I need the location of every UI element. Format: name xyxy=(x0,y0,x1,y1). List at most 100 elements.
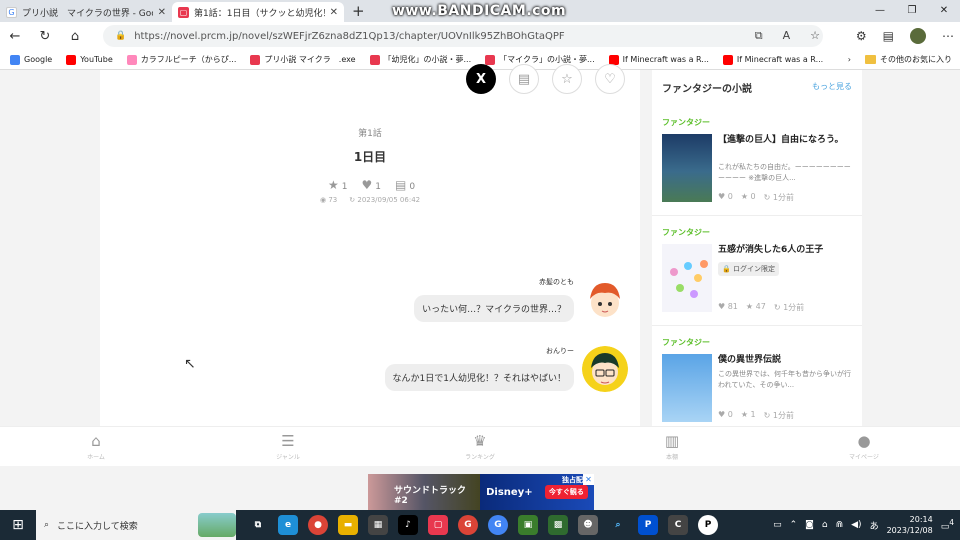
taskbar-clock[interactable]: 20:14 2023/12/08 xyxy=(887,514,933,536)
novel-card[interactable]: ファンタジー 僕の異世界伝説 この異世界では、何千年も昔から争いが行われていた、… xyxy=(652,326,862,426)
camera-icon[interactable]: ◙ xyxy=(805,520,814,530)
edge-icon[interactable]: e xyxy=(278,515,298,535)
tab-title: プリ小説 マイクラの世界 - Google xyxy=(22,8,153,19)
profile-avatar[interactable] xyxy=(910,28,926,44)
taskbar-search[interactable]: ⌕ ここに入力して検索 xyxy=(36,510,236,540)
file-explorer-icon[interactable]: ▬ xyxy=(338,515,358,535)
playstation-icon[interactable]: P xyxy=(638,515,658,535)
game-icon[interactable]: ☻ xyxy=(578,515,598,535)
magnifier-app-icon[interactable]: ⌕ xyxy=(608,515,628,535)
novel-title: 【進撃の巨人】自由になろう。 xyxy=(718,135,844,145)
minecraft-icon[interactable]: ▩ xyxy=(548,515,568,535)
wifi-icon[interactable]: ⋒ xyxy=(836,520,844,530)
close-icon[interactable]: ✕ xyxy=(330,7,338,18)
published-date: ↻ 2023/09/05 06:42 xyxy=(349,196,421,204)
battery-icon[interactable]: ▭ xyxy=(773,520,782,530)
heart-icon: ♥ xyxy=(718,410,728,419)
lock-icon: 🔒 xyxy=(722,265,733,273)
novel-stats: ♥ 81 ★ 47 ↻ 1分前 xyxy=(718,302,805,312)
google-app-icon[interactable]: G xyxy=(458,515,478,535)
bookmark-google[interactable]: Google xyxy=(10,54,52,65)
minimize-button[interactable]: — xyxy=(864,0,896,22)
chevron-right-icon: › xyxy=(847,55,851,64)
prcm-app-icon[interactable]: ▢ xyxy=(428,515,448,535)
search-icon: ⌕ xyxy=(44,520,50,530)
novel-stats: ♥ 0 ★ 1 ↻ 1分前 xyxy=(718,410,794,420)
bookmark-youtube[interactable]: YouTube xyxy=(66,54,113,65)
tiktok-icon[interactable]: ♪ xyxy=(398,515,418,535)
network-icon[interactable]: ⌂ xyxy=(822,520,828,530)
new-tab-button[interactable]: + xyxy=(344,2,373,22)
tab-google-search[interactable]: G プリ小説 マイクラの世界 - Google ✕ xyxy=(0,2,172,22)
novel-title: 僕の異世界伝説 xyxy=(718,355,782,365)
clock-icon: ↻ xyxy=(773,303,784,312)
favorite-star-icon[interactable]: ☆ xyxy=(810,29,820,43)
ad-close-icon[interactable]: ✕ xyxy=(583,474,594,485)
more-menu-icon[interactable]: ⋯ xyxy=(942,29,954,43)
chrome-icon[interactable]: ● xyxy=(308,515,328,535)
google-app-icon[interactable]: G xyxy=(488,515,508,535)
notification-icon[interactable]: ▭4 xyxy=(941,518,954,532)
star-icon: ★ xyxy=(740,192,751,201)
ad-left-text: サウンドトラック #2 xyxy=(368,474,480,510)
tab-chapter[interactable]: ▢ 第1話：1日目（サクッと幼児化！- ✕ xyxy=(172,2,344,22)
home-icon[interactable]: ⌂ xyxy=(60,29,90,44)
bookmark-prcm-childification[interactable]: 「幼児化」の小説・夢... xyxy=(369,54,471,65)
collections-icon[interactable]: ▤ xyxy=(883,29,894,43)
bookshelf-icon: ▥ xyxy=(664,432,680,450)
login-only-badge: 🔒 ログイン限定 xyxy=(718,262,779,276)
nav-genre[interactable]: ☰ ジャンル xyxy=(248,427,328,466)
open-in-app-icon[interactable]: ⧉ xyxy=(755,29,763,43)
star-icon: ★ xyxy=(745,302,756,311)
nav-home[interactable]: ⌂ ホーム xyxy=(56,427,136,466)
prcm-icon xyxy=(250,54,261,65)
lock-icon: 🔒 xyxy=(115,31,127,41)
nav-ranking[interactable]: ♛ ランキング xyxy=(440,427,520,466)
extensions-icon[interactable]: ⚙ xyxy=(856,29,867,43)
task-view-icon[interactable]: ⧉ xyxy=(248,515,268,535)
nav-mypage[interactable]: ● マイページ xyxy=(824,427,904,466)
comment-icon[interactable]: ▤ xyxy=(509,64,539,94)
volume-icon[interactable]: ◀) xyxy=(851,520,861,530)
star-icon[interactable]: ☆ xyxy=(552,64,582,94)
prcm-icon xyxy=(485,54,496,65)
chat-message: おんりー なんか1日で1人幼児化！？それはやばい！ xyxy=(384,346,628,392)
back-arrow-icon[interactable]: ← xyxy=(0,29,30,44)
heart-icon: ♥ xyxy=(361,178,373,192)
close-window-button[interactable]: ✕ xyxy=(928,0,960,22)
ad-cta-button[interactable]: 今すぐ観る xyxy=(544,485,588,499)
bookmark-prcm-minecraft[interactable]: プリ小説 マイクラ .exe xyxy=(250,54,356,65)
close-icon[interactable]: ✕ xyxy=(158,7,166,18)
speech-bubble: いったい何…？マイクラの世界…？ xyxy=(414,295,574,322)
novel-card[interactable]: ファンタジー 【進撃の巨人】自由になろう。 これが私たちの自由だ。ーーーーーーー… xyxy=(652,106,862,216)
url-field[interactable]: 🔒 https://novel.prcm.jp/novel/szWEFjrZ6z… xyxy=(103,25,823,47)
chevron-up-icon[interactable]: ⌃ xyxy=(790,520,798,530)
character-avatar xyxy=(582,346,628,392)
bookmark-if-minecraft-1[interactable]: If Minecraft was a R... xyxy=(608,54,709,65)
x-share-icon[interactable]: X xyxy=(466,64,496,94)
minecraft-launcher-icon[interactable]: ▣ xyxy=(518,515,538,535)
restore-button[interactable]: ❐ xyxy=(896,0,928,22)
chat-message: 赤髪のとも いったい何…？マイクラの世界…？ xyxy=(414,277,628,323)
windows-start-icon[interactable]: ⊞ xyxy=(0,517,36,533)
nav-bookshelf[interactable]: ▥ 本棚 xyxy=(632,427,712,466)
app-icon[interactable]: C xyxy=(668,515,688,535)
taskbar-apps: ⧉ e ● ▬ ▦ ♪ ▢ G G ▣ ▩ ☻ ⌕ P C P xyxy=(248,515,718,535)
system-tray: ▭ ⌃ ◙ ⌂ ⋒ ◀) あ 20:14 2023/12/08 ▭4 xyxy=(773,510,954,540)
user-icon: ● xyxy=(857,432,871,450)
ime-icon[interactable]: あ xyxy=(870,519,879,532)
see-more-link[interactable]: もっと見る xyxy=(812,81,852,92)
reload-icon[interactable]: ↻ xyxy=(30,29,60,44)
novel-card[interactable]: ファンタジー 五感が消失した6人の王子 🔒 ログイン限定 ♥ 81 ★ 47 ↻… xyxy=(652,216,862,326)
heart-icon[interactable]: ♡ xyxy=(595,64,625,94)
store-icon[interactable]: ▦ xyxy=(368,515,388,535)
chapter-content: X ▤ ☆ ♡ 第1話 1日目 ★ 1 ♥ 1 ▤ 0 ◉ 73 ↻ 2023/09/… xyxy=(100,64,640,426)
bookmark-other-favorites[interactable]: › その他のお気に入り xyxy=(848,54,952,65)
youtube-icon xyxy=(608,54,619,65)
bookmark-colorful-peach[interactable]: カラフルピーチ（からぴ... xyxy=(126,54,236,65)
pixiv-icon[interactable]: P xyxy=(698,515,718,535)
read-aloud-icon[interactable]: A xyxy=(783,29,791,43)
bookmark-if-minecraft-2[interactable]: If Minecraft was a R... xyxy=(722,54,823,65)
clock-icon: ↻ xyxy=(763,193,773,202)
ad-banner[interactable]: サウンドトラック #2 独占配信 Disney+ 今すぐ観る ✕ xyxy=(368,474,594,510)
